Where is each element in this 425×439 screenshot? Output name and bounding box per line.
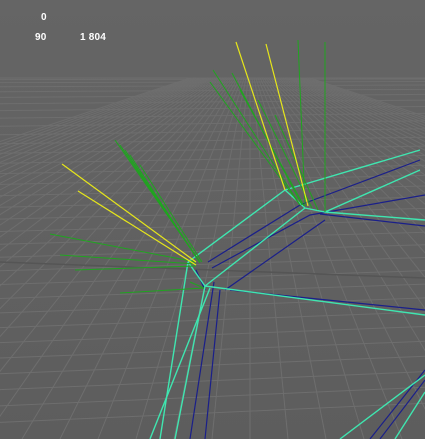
mesh-outer-edges bbox=[149, 149, 425, 439]
hud-readout-top: 0 bbox=[41, 12, 47, 23]
vertex-normals-right-cluster bbox=[209, 39, 326, 212]
grid-line bbox=[0, 297, 425, 314]
scene-canvas[interactable] bbox=[0, 0, 425, 439]
grid-line bbox=[255, 77, 365, 439]
grid-line bbox=[0, 325, 425, 344]
ground-grid bbox=[0, 77, 425, 439]
grid-line bbox=[0, 270, 425, 285]
wireframe-mesh[interactable] bbox=[149, 149, 425, 439]
vertex-normals-left-cluster bbox=[49, 139, 205, 294]
hud-readout-right: 1 804 bbox=[80, 32, 107, 43]
3d-viewport[interactable]: 0 90 1 804 bbox=[0, 0, 425, 439]
grid-line bbox=[0, 402, 425, 423]
grid-line bbox=[0, 371, 425, 391]
hud-readout-left: 90 bbox=[35, 32, 47, 43]
grid-line bbox=[0, 386, 425, 407]
grid-line bbox=[253, 77, 327, 439]
grid-line bbox=[0, 219, 425, 233]
grid-line bbox=[21, 77, 239, 439]
grid-line bbox=[0, 340, 425, 359]
grid-line bbox=[0, 231, 425, 245]
